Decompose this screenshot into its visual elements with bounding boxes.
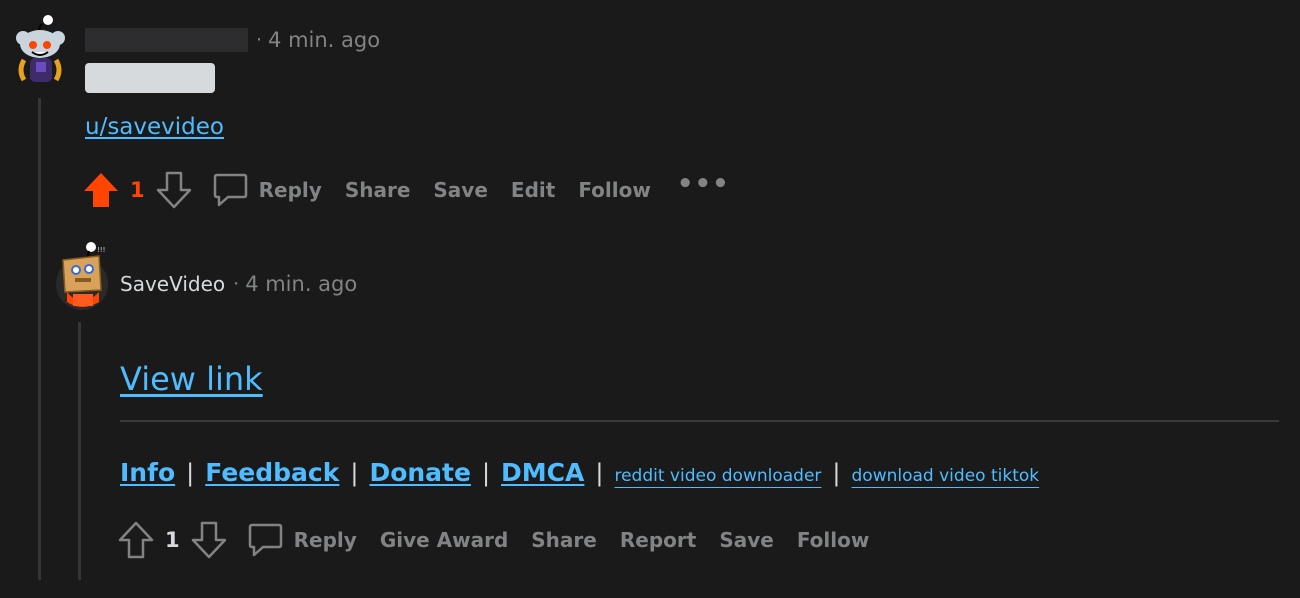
snoo-robot-avatar-icon: !!! (56, 242, 108, 310)
pipe-separator: | (595, 459, 604, 487)
reply-button[interactable]: Reply (246, 520, 357, 560)
thread-line[interactable] (78, 322, 81, 580)
comment-timestamp[interactable]: 4 min. ago (268, 28, 380, 52)
save-label: Save (433, 178, 488, 202)
user-avatar[interactable] (12, 14, 68, 84)
meta-separator: · (256, 29, 263, 51)
vote-count: 1 (165, 528, 180, 552)
snoo-avatar-icon (16, 15, 65, 82)
comment-actions: 1 Reply Share Save Edit Follow ••• (82, 168, 730, 212)
redacted-flair (85, 63, 215, 93)
thread-line[interactable] (38, 98, 41, 580)
pipe-separator: | (186, 459, 195, 487)
comment-meta: · 4 min. ago (85, 26, 380, 54)
info-link[interactable]: Info (120, 458, 175, 487)
share-button[interactable]: Share (531, 528, 597, 552)
downvote-icon[interactable] (190, 520, 228, 560)
bot-footer-links: Info | Feedback | Donate | DMCA | reddit… (120, 458, 1039, 487)
edit-label: Edit (510, 178, 556, 202)
comment-icon (248, 523, 282, 557)
comment-actions: 1 Reply Give Award Share Report Save Fol… (117, 518, 892, 562)
share-label: Share (531, 528, 597, 552)
edit-button[interactable]: Edit (511, 178, 555, 202)
follow-label: Follow (578, 178, 651, 202)
comment-meta: SaveVideo · 4 min. ago (120, 270, 357, 298)
save-label: Save (719, 528, 774, 552)
view-link[interactable]: View link (120, 360, 263, 398)
redacted-username (85, 28, 248, 52)
savevideo-avatar[interactable]: !!! (55, 240, 109, 310)
reply-label: Reply (293, 528, 357, 552)
meta-separator: · (233, 273, 240, 295)
save-button[interactable]: Save (719, 528, 774, 552)
give-award-button[interactable]: Give Award (380, 528, 508, 552)
author-name[interactable]: SaveVideo (120, 272, 225, 296)
follow-button[interactable]: Follow (797, 528, 870, 552)
pipe-separator: | (832, 459, 841, 487)
dmca-link[interactable]: DMCA (501, 458, 584, 487)
comment-thread: · 4 min. ago u/savevideo 1 Reply Share S… (0, 0, 1300, 598)
comment-icon (213, 173, 247, 207)
share-button[interactable]: Share (345, 178, 411, 202)
pipe-separator: | (350, 459, 359, 487)
share-label: Share (344, 178, 411, 202)
divider (120, 420, 1279, 422)
follow-button[interactable]: Follow (578, 178, 651, 202)
upvote-icon[interactable] (117, 520, 155, 560)
comment-timestamp[interactable]: 4 min. ago (245, 272, 357, 296)
reddit-video-downloader-link[interactable]: reddit video downloader (614, 466, 821, 486)
more-options-icon[interactable]: ••• (677, 169, 730, 199)
report-button[interactable]: Report (620, 528, 696, 552)
report-label: Report (619, 528, 697, 552)
svg-text:!!!: !!! (97, 246, 105, 254)
feedback-link[interactable]: Feedback (205, 458, 339, 487)
follow-label: Follow (796, 528, 870, 552)
download-video-tiktok-link[interactable]: download video tiktok (852, 466, 1040, 486)
upvote-icon[interactable] (82, 170, 120, 210)
reply-button[interactable]: Reply (211, 170, 322, 210)
save-button[interactable]: Save (433, 178, 488, 202)
user-link[interactable]: u/savevideo (85, 114, 224, 140)
vote-count: 1 (130, 178, 145, 202)
downvote-icon[interactable] (155, 170, 193, 210)
reply-label: Reply (258, 178, 322, 202)
pipe-separator: | (481, 459, 491, 487)
give-award-label: Give Award (379, 528, 509, 552)
donate-link[interactable]: Donate (369, 458, 471, 487)
